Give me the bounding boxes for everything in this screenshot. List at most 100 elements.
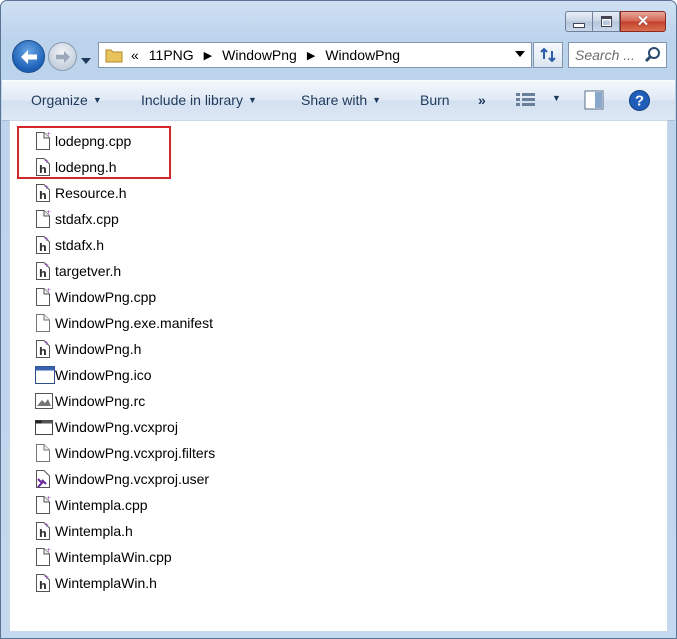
cpp-file-icon: ++	[35, 495, 56, 514]
svg-text:+: +	[44, 262, 49, 269]
svg-text:++: ++	[46, 132, 51, 138]
file-item[interactable]: ++ Wintempla.cpp	[35, 494, 148, 516]
chevron-down-icon: ▼	[92, 95, 102, 105]
cpp-file-icon: ++	[35, 209, 56, 228]
rc-file-icon	[35, 392, 53, 410]
chevron-down-icon: ▼	[247, 95, 257, 105]
navigation-bar: « 11PNG ▶ WindowPng ▶ WindowPng Search ...	[12, 39, 667, 73]
address-dropdown-icon[interactable]	[515, 51, 525, 57]
h-file-icon: h +	[35, 340, 51, 358]
search-input[interactable]: Search ...	[568, 42, 667, 68]
minimize-button[interactable]	[565, 11, 593, 32]
file-item[interactable]: WindowPng.vcxproj	[35, 416, 178, 438]
cpp-file-icon: ++	[35, 287, 56, 306]
file-list: ++lodepng.cpph+lodepng.hh+Resource.h++st…	[9, 120, 668, 632]
search-icon[interactable]	[644, 46, 662, 64]
file-name: WindowPng.h	[55, 341, 142, 357]
file-name: WindowPng.exe.manifest	[55, 315, 213, 331]
include-in-library-label: Include in library	[141, 92, 243, 108]
file-item[interactable]: ++ lodepng.cpp	[35, 130, 131, 152]
folder-icon	[105, 49, 123, 63]
svg-text:+: +	[44, 574, 49, 581]
recent-pages-dropdown[interactable]	[81, 51, 91, 69]
burn-label: Burn	[420, 92, 450, 108]
file-name: WindowPng.vcxproj.filters	[55, 445, 216, 461]
h-file-icon: h +	[35, 158, 51, 176]
file-item[interactable]: WindowPng.ico	[35, 364, 152, 386]
svg-text:+: +	[44, 236, 49, 243]
share-with-button[interactable]: Share with ▼	[301, 92, 381, 108]
breadcrumb-label: WindowPng	[222, 47, 297, 63]
file-name: WintemplaWin.cpp	[55, 549, 172, 565]
file-name: Wintempla.h	[55, 523, 133, 539]
file-item[interactable]: h + stdafx.h	[35, 234, 104, 256]
file-name: WindowPng.vcxproj	[55, 419, 178, 435]
change-view-button[interactable]	[515, 91, 537, 109]
close-button[interactable]: ✕	[620, 11, 666, 32]
maximize-icon	[600, 16, 612, 27]
file-item[interactable]: h + Wintempla.h	[35, 520, 133, 542]
view-details-icon	[516, 93, 535, 106]
file-item[interactable]: ++ WintemplaWin.cpp	[35, 546, 172, 568]
breadcrumb-separator-icon[interactable]: ▶	[307, 49, 315, 62]
refresh-button[interactable]	[533, 42, 563, 68]
back-button[interactable]	[12, 40, 45, 73]
organize-label: Organize	[31, 92, 88, 108]
breadcrumb-11png[interactable]: 11PNG ▶	[149, 47, 222, 63]
file-name: WintemplaWin.h	[55, 575, 157, 591]
maximize-button[interactable]	[593, 11, 620, 32]
file-item[interactable]: h + Resource.h	[35, 182, 127, 204]
breadcrumb-label: WindowPng	[325, 47, 401, 63]
h-file-icon: h +	[35, 236, 51, 254]
file-item[interactable]: h + lodepng.h	[35, 156, 117, 178]
cpp-file-icon: ++	[35, 131, 56, 150]
file-item[interactable]: WindowPng.vcxproj.filters	[35, 442, 215, 464]
file-item[interactable]: WindowPng.vcxproj.user	[35, 468, 209, 490]
svg-text:++: ++	[46, 496, 51, 502]
breadcrumb-label: 11PNG	[148, 47, 194, 63]
file-item[interactable]: ++ stdafx.cpp	[35, 208, 119, 230]
svg-text:++: ++	[46, 210, 51, 216]
file-name: WindowPng.ico	[55, 367, 152, 383]
view-options-dropdown[interactable]: ▼	[547, 93, 561, 103]
search-placeholder: Search ...	[575, 47, 635, 63]
file-name: WindowPng.vcxproj.user	[55, 471, 210, 487]
file-item[interactable]: WindowPng.rc	[35, 390, 145, 412]
chevron-down-icon: ▼	[552, 93, 561, 103]
breadcrumb-windowpng-parent[interactable]: WindowPng ▶	[222, 47, 325, 63]
file-name: Wintempla.cpp	[55, 497, 148, 513]
close-icon: ✕	[636, 13, 650, 30]
file-item[interactable]: WindowPng.exe.manifest	[35, 312, 213, 334]
more-commands-icon: »	[478, 92, 486, 108]
breadcrumb-windowpng-current[interactable]: WindowPng	[325, 47, 400, 63]
forward-button[interactable]	[48, 42, 77, 71]
breadcrumb-separator-icon[interactable]: ▶	[204, 49, 212, 62]
file-item[interactable]: h + WindowPng.h	[35, 338, 141, 360]
help-button[interactable]: ?	[629, 90, 650, 111]
forward-arrow-icon	[55, 50, 70, 63]
svg-text:?: ?	[635, 93, 644, 110]
blank-file-icon	[35, 314, 51, 332]
burn-button[interactable]: Burn	[420, 92, 450, 108]
chevron-down-icon	[81, 58, 91, 64]
file-item[interactable]: h + targetver.h	[35, 260, 121, 282]
blank-file-icon	[35, 444, 51, 462]
vs-user-file-icon	[35, 470, 51, 488]
more-commands-button[interactable]: »	[478, 92, 486, 108]
address-bar[interactable]: « 11PNG ▶ WindowPng ▶ WindowPng	[98, 42, 532, 68]
file-name: stdafx.cpp	[55, 211, 119, 227]
file-item[interactable]: ++ WindowPng.cpp	[35, 286, 156, 308]
share-with-label: Share with	[301, 92, 368, 108]
h-file-icon: h +	[35, 262, 51, 280]
file-name: lodepng.h	[55, 159, 117, 175]
back-arrow-icon	[20, 49, 37, 64]
ico-file-icon	[35, 366, 55, 384]
breadcrumb-overflow[interactable]: «	[131, 47, 139, 63]
include-in-library-button[interactable]: Include in library ▼	[141, 92, 257, 108]
caption-buttons: ✕	[565, 11, 666, 32]
h-file-icon: h +	[35, 184, 51, 202]
svg-text:+: +	[44, 522, 49, 529]
organize-button[interactable]: Organize ▼	[31, 92, 102, 108]
file-item[interactable]: h + WintemplaWin.h	[35, 572, 157, 594]
preview-pane-button[interactable]	[584, 90, 604, 110]
